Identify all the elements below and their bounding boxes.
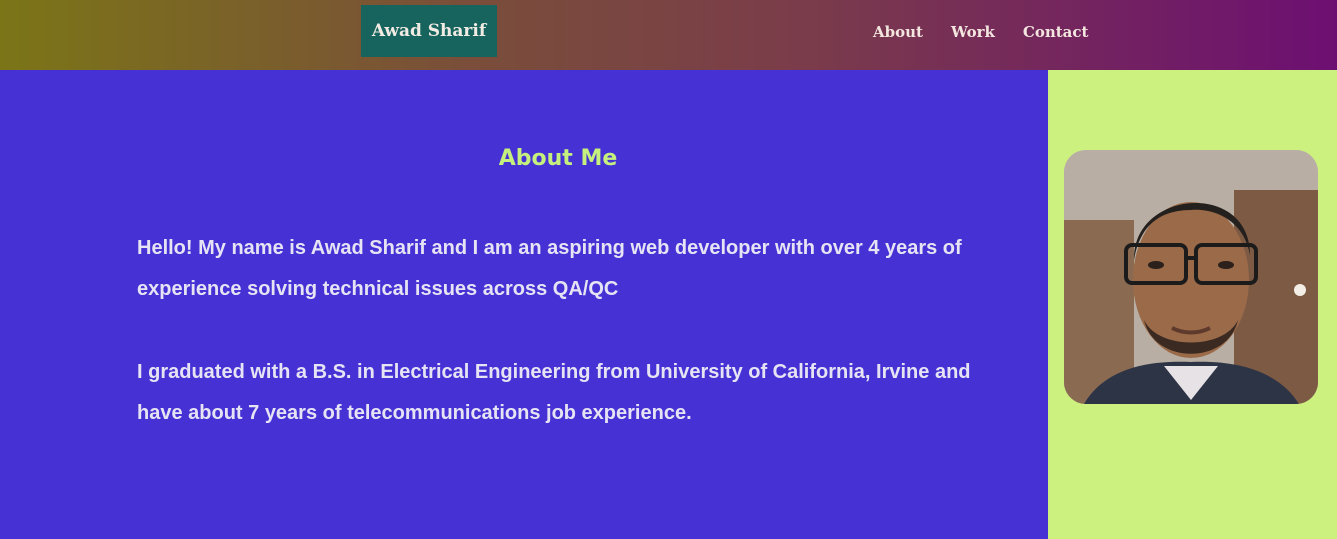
nav-link-work[interactable]: Work	[951, 22, 995, 42]
main-nav: About Work Contact	[873, 22, 1116, 42]
profile-photo	[1064, 150, 1318, 404]
nav-link-about[interactable]: About	[873, 22, 923, 42]
about-heading: About Me	[498, 146, 618, 171]
nav-link-contact[interactable]: Contact	[1023, 22, 1089, 42]
about-paragraph-intro: Hello! My name is Awad Sharif and I am a…	[137, 237, 962, 300]
brand-logo[interactable]: Awad Sharif	[361, 5, 497, 57]
about-paragraph-education: I graduated with a B.S. in Electrical En…	[137, 361, 971, 424]
profile-photo-illustration	[1064, 150, 1318, 404]
profile-sidebar	[1048, 70, 1337, 539]
site-header: Awad Sharif About Work Contact	[0, 0, 1337, 70]
